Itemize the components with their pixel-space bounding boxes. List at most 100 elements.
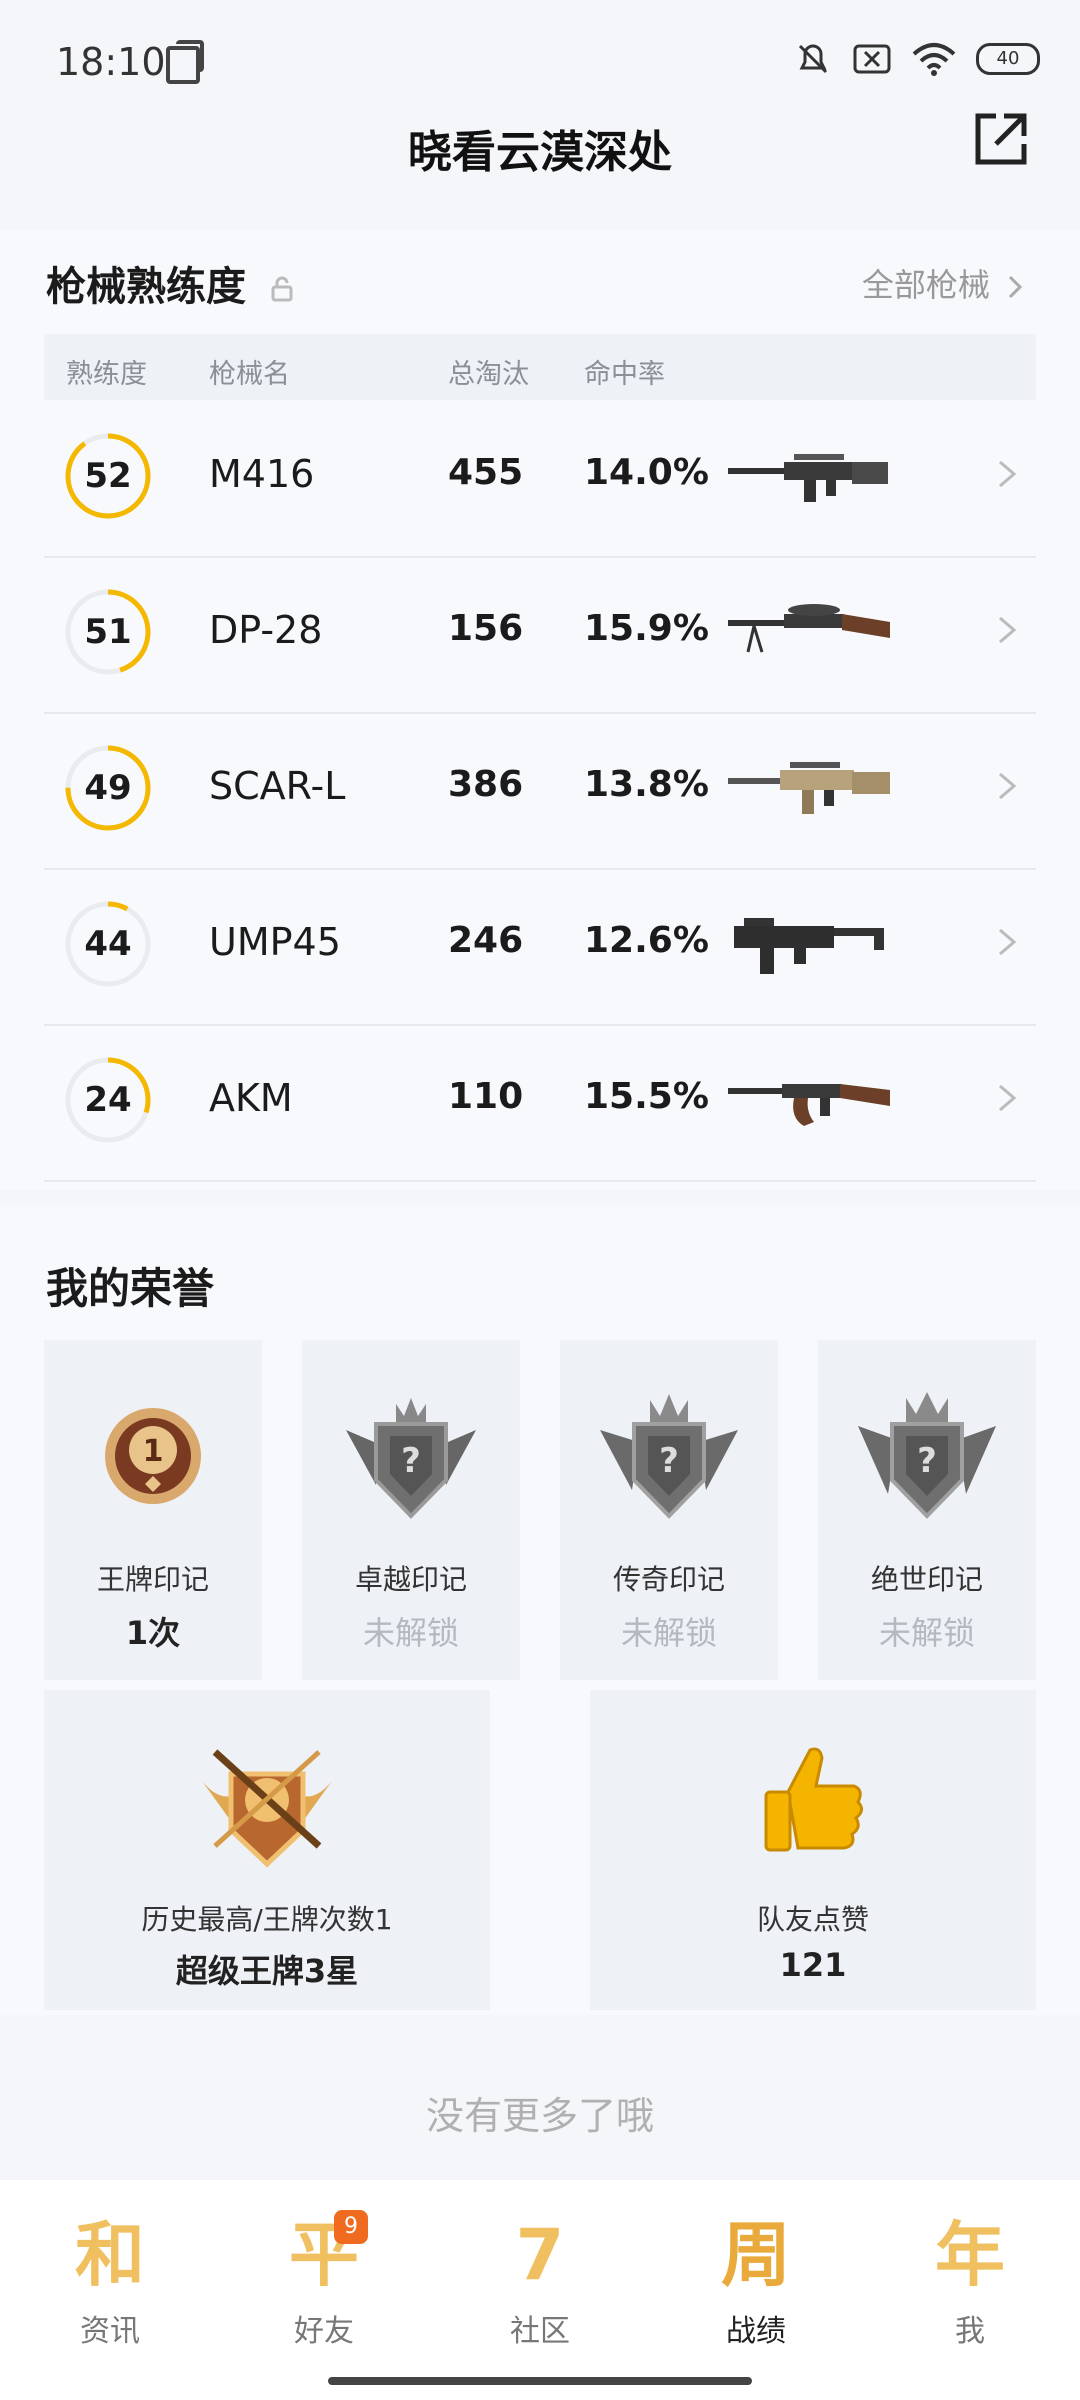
header: 晓看云漠深处: [0, 110, 1080, 220]
smg-icon: [734, 918, 884, 974]
bottom-tab-bar: 和 资讯 平 9 好友 7 社区 周 战绩 年 我: [0, 2180, 1080, 2400]
gun-name: AKM: [209, 1076, 293, 1120]
tab-news[interactable]: 和 资讯: [40, 2210, 180, 2350]
news-tab-icon: 和: [75, 2214, 145, 2296]
tab-friends[interactable]: 平 9 好友: [254, 2210, 394, 2350]
badge-value: 未解锁: [362, 1614, 459, 1652]
battery-indicator: 40: [976, 43, 1040, 75]
proficiency-level: 49: [84, 768, 132, 808]
chevron-right-icon: [999, 616, 1017, 644]
badge-label: 卓越印记: [354, 1563, 467, 1596]
col-accuracy: 命中率: [584, 359, 665, 390]
gun-kills: 386: [448, 764, 524, 805]
clipboard-icon: [166, 40, 204, 84]
gun-accuracy: 14.0%: [584, 452, 709, 493]
gun-accuracy: 15.9%: [584, 608, 709, 649]
badge-card[interactable]: ? 卓越印记 未解锁: [302, 1340, 520, 1680]
gun-name: UMP45: [209, 920, 341, 964]
sim-off-icon: [853, 44, 891, 74]
badge-label: 王牌印记: [96, 1563, 209, 1596]
status-bar: 18:10 40: [0, 0, 1080, 110]
rifle-icon: [728, 454, 888, 502]
badge-value: 1次: [125, 1614, 181, 1652]
col-proficiency: 熟练度: [66, 359, 147, 390]
badge-value: 未解锁: [878, 1614, 975, 1652]
tab-stats[interactable]: 周 战绩: [686, 2210, 826, 2350]
gun-section-title: 枪械熟练度: [46, 264, 246, 310]
gun-proficiency-section: 枪械熟练度 全部枪械 熟练度 枪械名 总淘汰 命中率 52 M416 455 1…: [0, 230, 1080, 1190]
gun-name: SCAR-L: [209, 764, 346, 808]
badge-card[interactable]: 1 王牌印记 1次: [44, 1340, 262, 1680]
honor-section: 我的荣誉 1 王牌印记 1次 ? 卓越印记 未解锁 ? 传奇印记 未解锁 ? 绝…: [0, 1205, 1080, 2015]
friends-tab-icon: 平: [289, 2214, 359, 2296]
machine-gun-icon: [728, 604, 890, 653]
chevron-right-icon: [999, 772, 1017, 800]
tab-label: 我: [955, 2314, 985, 2349]
likes-label: 队友点赞: [756, 1903, 869, 1936]
tab-label: 资讯: [80, 2314, 140, 2349]
badge-value: 未解锁: [620, 1614, 717, 1652]
svg-text:?: ?: [659, 1441, 679, 1481]
svg-text:?: ?: [401, 1441, 421, 1481]
status-icons: 40: [794, 40, 1040, 78]
all-guns-link[interactable]: 全部枪械: [862, 260, 1024, 306]
mute-icon: [798, 44, 828, 74]
svg-text:1: 1: [143, 1434, 164, 1469]
proficiency-level: 51: [84, 612, 132, 652]
badge-card[interactable]: ? 绝世印记 未解锁: [818, 1340, 1036, 1680]
tab-label: 好友: [294, 2314, 354, 2349]
chevron-right-icon: [1008, 275, 1023, 299]
badge-card[interactable]: ? 传奇印记 未解锁: [560, 1340, 778, 1680]
svg-text:?: ?: [917, 1441, 937, 1481]
section-title: 枪械熟练度: [46, 254, 294, 312]
proficiency-level: 24: [84, 1080, 132, 1120]
gun-row[interactable]: 24 AKM 110 15.5%: [44, 1024, 1036, 1182]
locked-badge-icon: ?: [600, 1394, 738, 1519]
gun-kills: 246: [448, 920, 524, 961]
super-ace-badge-icon: [197, 1749, 337, 1868]
ace-badge-icon: 1: [105, 1408, 201, 1504]
gun-accuracy: 15.5%: [584, 1076, 709, 1117]
tab-label: 战绩: [726, 2314, 786, 2349]
gun-kills: 110: [448, 1076, 524, 1117]
me-tab-icon: 年: [935, 2214, 1005, 2296]
gun-row[interactable]: 44 UMP45 246 12.6%: [44, 868, 1036, 1026]
tab-label: 社区: [510, 2314, 570, 2349]
col-kills: 总淘汰: [448, 359, 529, 390]
col-gun-name: 枪械名: [209, 359, 290, 390]
history-card[interactable]: 历史最高/王牌次数1 超级王牌3星: [44, 1690, 490, 2010]
share-icon[interactable]: [972, 110, 1030, 168]
gun-row[interactable]: 49 SCAR-L 386 13.8%: [44, 712, 1036, 870]
tab-community[interactable]: 7 社区: [470, 2210, 610, 2350]
chevron-right-icon: [999, 460, 1017, 488]
chevron-right-icon: [999, 1084, 1017, 1112]
home-indicator[interactable]: [328, 2377, 752, 2385]
status-time: 18:10: [56, 40, 166, 84]
gun-row[interactable]: 51 DP-28 156 15.9%: [44, 556, 1036, 714]
rifle-icon: [728, 1084, 890, 1126]
notification-badge: 9: [334, 2210, 368, 2244]
community-tab-icon: 7: [515, 2214, 565, 2296]
tab-me[interactable]: 年 我: [900, 2210, 1040, 2350]
stats-tab-icon: 周: [721, 2214, 791, 2296]
gun-name: DP-28: [209, 608, 323, 652]
likes-card[interactable]: 队友点赞 121: [590, 1690, 1036, 2010]
likes-value: 121: [779, 1946, 847, 1984]
honor-title: 我的荣誉: [46, 1264, 215, 1313]
gun-row[interactable]: 52 M416 455 14.0%: [44, 400, 1036, 558]
no-more-text: 没有更多了哦: [425, 2094, 654, 2138]
chevron-right-icon: [999, 928, 1017, 956]
gun-kills: 455: [448, 452, 524, 493]
locked-badge-icon: ?: [346, 1398, 476, 1519]
page-title: 晓看云漠深处: [408, 127, 672, 178]
gun-kills: 156: [448, 608, 524, 649]
wifi-icon: [912, 43, 956, 76]
rifle-icon: [728, 762, 890, 814]
gun-name: M416: [209, 452, 315, 496]
locked-badge-icon: ?: [858, 1392, 996, 1519]
proficiency-level: 52: [84, 456, 132, 496]
lock-icon[interactable]: [270, 276, 294, 302]
history-label: 历史最高/王牌次数1: [141, 1903, 393, 1936]
gun-accuracy: 12.6%: [584, 920, 709, 961]
gun-accuracy: 13.8%: [584, 764, 709, 805]
